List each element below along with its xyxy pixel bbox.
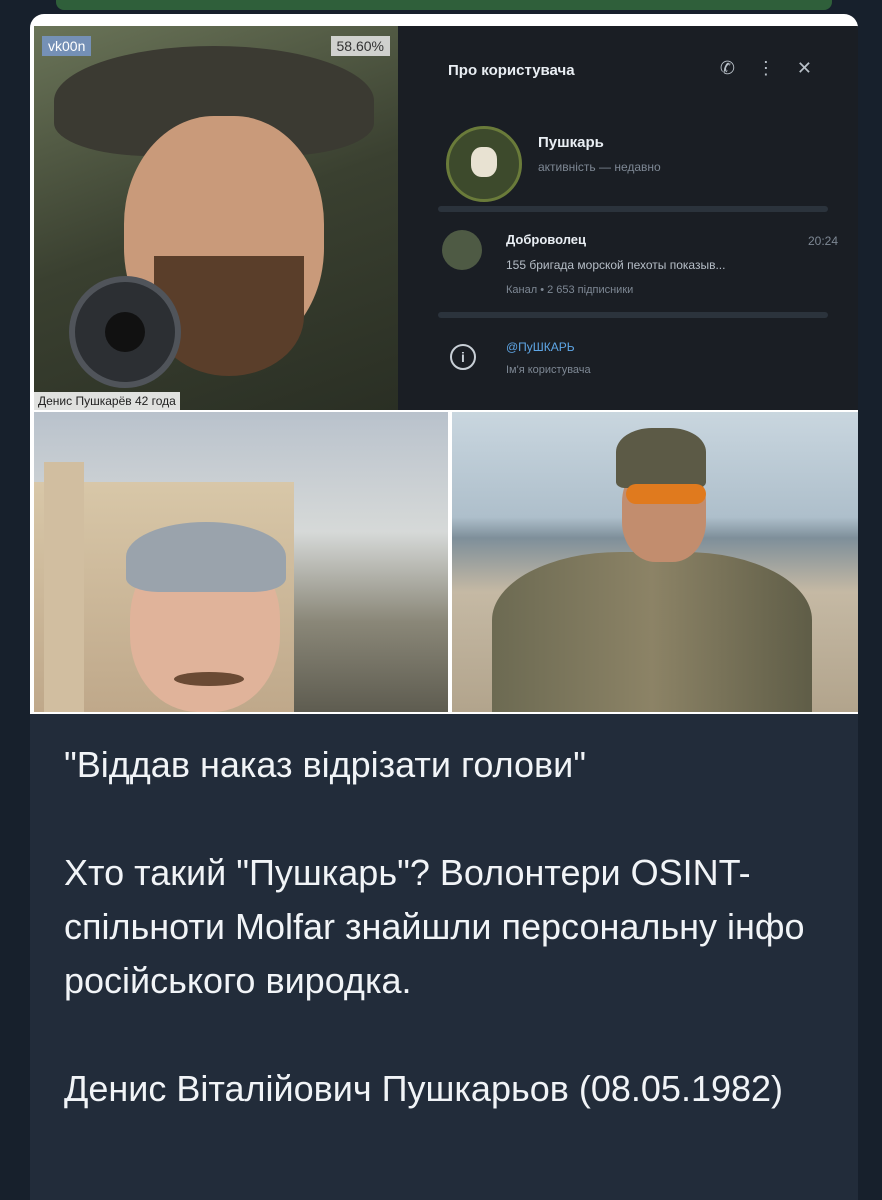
profile-username[interactable]: @ПуШКАРЬ [506, 340, 575, 354]
message-paragraph: Хто такий "Пушкарь"? Волонтери OSINT-спі… [64, 852, 805, 1001]
more-icon[interactable]: ⋮ [757, 58, 797, 78]
cap-shape [126, 522, 286, 592]
pillar-shape [44, 462, 84, 712]
profile-actions: ✆⋮✕ [720, 58, 834, 79]
profile-name: Пушкарь [538, 134, 604, 151]
profile-status: активність — недавно [538, 160, 661, 174]
message-headline: "Віддав наказ відрізати голови" [64, 744, 587, 785]
match-percent-badge: 58.60% [330, 36, 390, 56]
divider [438, 312, 828, 318]
channel-subscribers: Канал • 2 653 підписники [506, 284, 634, 296]
photo-caption: Денис Пушкарёв 42 года [34, 392, 180, 410]
photo-soldier-beach[interactable] [452, 412, 858, 712]
profile-avatar [446, 126, 522, 202]
sunglasses-shape [626, 484, 706, 504]
phone-icon[interactable]: ✆ [720, 58, 757, 78]
photo-selfie[interactable] [34, 412, 448, 712]
cap-shape [616, 428, 706, 488]
photo-collage[interactable]: vk00n 58.60% Денис Пушкарёв 42 года Про … [30, 14, 858, 714]
channel-preview: 155 бригада морской пехоты показыв... [506, 258, 726, 272]
rifle-scope [69, 276, 181, 388]
channel-name: Доброволец [506, 232, 587, 247]
profile-title: Про користувача [448, 62, 575, 79]
close-icon[interactable]: ✕ [797, 58, 834, 78]
uniform-shape [492, 552, 812, 712]
telegram-profile-screenshot[interactable]: Про користувача ✆⋮✕ Пушкарь активність —… [398, 26, 858, 410]
divider [438, 206, 828, 212]
photo-sniper[interactable]: vk00n 58.60% Денис Пушкарёв 42 года [34, 26, 398, 410]
previous-message-edge [56, 0, 832, 10]
channel-avatar [442, 230, 482, 270]
message-text: "Віддав наказ відрізати голови" Хто таки… [64, 738, 834, 1116]
channel-time: 20:24 [807, 234, 838, 248]
message-bubble[interactable]: vk00n 58.60% Денис Пушкарёв 42 года Про … [30, 14, 858, 1200]
source-badge: vk00n [42, 36, 92, 56]
info-icon: i [450, 344, 476, 370]
message-person-name: Денис Віталійович Пушкарьов (08.05.1982) [64, 1068, 784, 1109]
username-label: Ім'я користувача [506, 364, 591, 376]
moustache-shape [174, 672, 244, 686]
